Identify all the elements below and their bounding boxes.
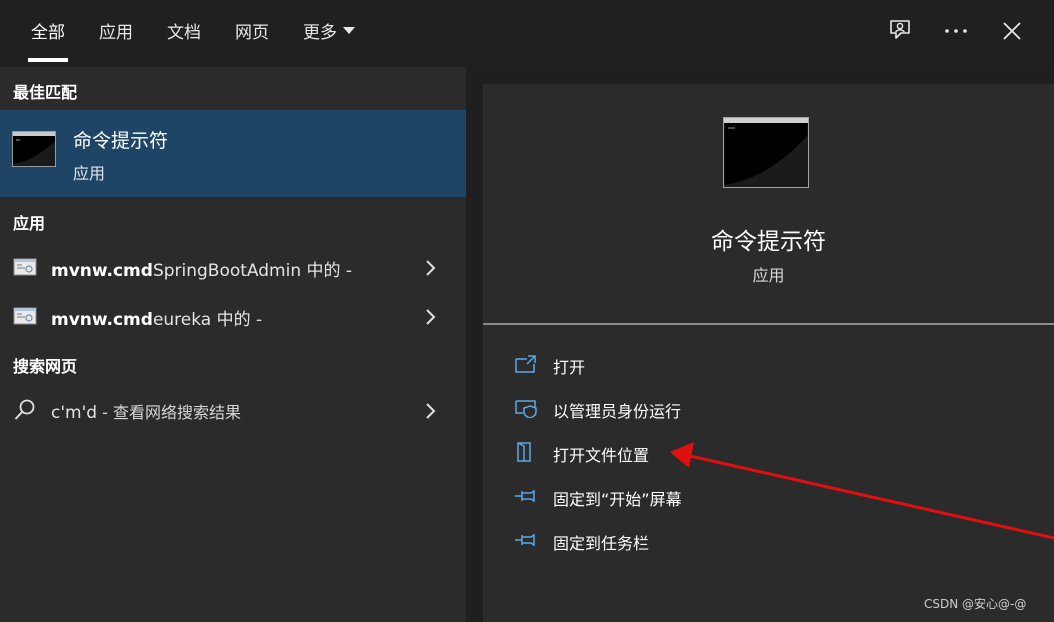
results-panel: 最佳匹配 命令提示符 应用 应用 mvnw.cmdSpringBootAdmin… bbox=[0, 67, 466, 622]
detail-title: 命令提示符 bbox=[711, 229, 826, 255]
tab-all[interactable]: 全部 bbox=[14, 0, 82, 67]
open-file-location-action[interactable]: 打开文件位置 bbox=[483, 432, 1054, 472]
top-actions bbox=[872, 14, 1040, 48]
tab-more[interactable]: 更多 bbox=[286, 0, 372, 67]
pin-icon bbox=[515, 489, 535, 503]
feedback-button[interactable] bbox=[872, 14, 928, 48]
search-top-bar: 全部 应用 文档 网页 更多 bbox=[0, 0, 1054, 67]
close-button[interactable] bbox=[984, 14, 1040, 48]
folder-location-icon bbox=[517, 442, 531, 462]
script-file-icon bbox=[13, 258, 37, 276]
open-action[interactable]: 打开 bbox=[483, 344, 1054, 384]
pin-to-taskbar-action[interactable]: 固定到任务栏 bbox=[483, 520, 1054, 560]
best-match-heading: 最佳匹配 bbox=[13, 83, 78, 102]
more-icon bbox=[945, 29, 967, 33]
web-search-heading: 搜索网页 bbox=[13, 357, 78, 376]
pin-to-start-action[interactable]: 固定到“开始”屏幕 bbox=[483, 476, 1054, 516]
detail-panel: 命令提示符 应用 打开 以管理员身份运行 打开文件位置 固定到“开始”屏幕 固定… bbox=[483, 84, 1054, 622]
divider bbox=[483, 323, 1054, 325]
windows-search-panel: 全部 应用 文档 网页 更多 最佳匹配 命令提示符 应用 应用 mvnw.cmd… bbox=[0, 0, 1054, 622]
list-item-label: mvnw.cmdSpringBootAdmin 中的 - bbox=[51, 261, 353, 281]
list-item-label: mvnw.cmdeureka 中的 - bbox=[51, 310, 263, 330]
tab-apps[interactable]: 应用 bbox=[82, 0, 150, 67]
web-search-item[interactable]: c'm'd - 查看网络搜索结果 bbox=[0, 387, 466, 433]
apps-heading: 应用 bbox=[13, 214, 46, 233]
cmd-icon bbox=[723, 117, 809, 188]
list-item[interactable]: mvnw.cmdSpringBootAdmin 中的 - bbox=[0, 244, 466, 290]
tab-web[interactable]: 网页 bbox=[218, 0, 286, 67]
tab-documents[interactable]: 文档 bbox=[150, 0, 218, 67]
chevron-down-icon bbox=[343, 27, 355, 34]
web-search-label: c'm'd - 查看网络搜索结果 bbox=[51, 403, 241, 423]
list-item[interactable]: mvnw.cmdeureka 中的 - bbox=[0, 293, 466, 339]
chevron-right-icon bbox=[426, 260, 436, 276]
search-icon bbox=[14, 399, 35, 420]
feedback-icon bbox=[890, 20, 910, 39]
best-match-subtitle: 应用 bbox=[73, 164, 106, 183]
script-file-icon bbox=[13, 307, 37, 325]
more-options-button[interactable] bbox=[928, 14, 984, 48]
best-match-title: 命令提示符 bbox=[73, 130, 169, 152]
cmd-icon bbox=[12, 131, 56, 167]
shield-icon bbox=[515, 400, 537, 418]
filter-tabs: 全部 应用 文档 网页 更多 bbox=[0, 0, 372, 67]
best-match-item[interactable]: 命令提示符 应用 bbox=[0, 110, 466, 197]
pin-icon bbox=[515, 533, 535, 547]
chevron-right-icon bbox=[426, 403, 436, 419]
watermark: CSDN @安心@-@ bbox=[924, 597, 1027, 611]
chevron-right-icon bbox=[426, 309, 436, 325]
run-as-admin-action[interactable]: 以管理员身份运行 bbox=[483, 388, 1054, 428]
detail-subtitle: 应用 bbox=[752, 266, 785, 285]
close-icon bbox=[1003, 22, 1021, 40]
open-icon bbox=[515, 355, 536, 373]
